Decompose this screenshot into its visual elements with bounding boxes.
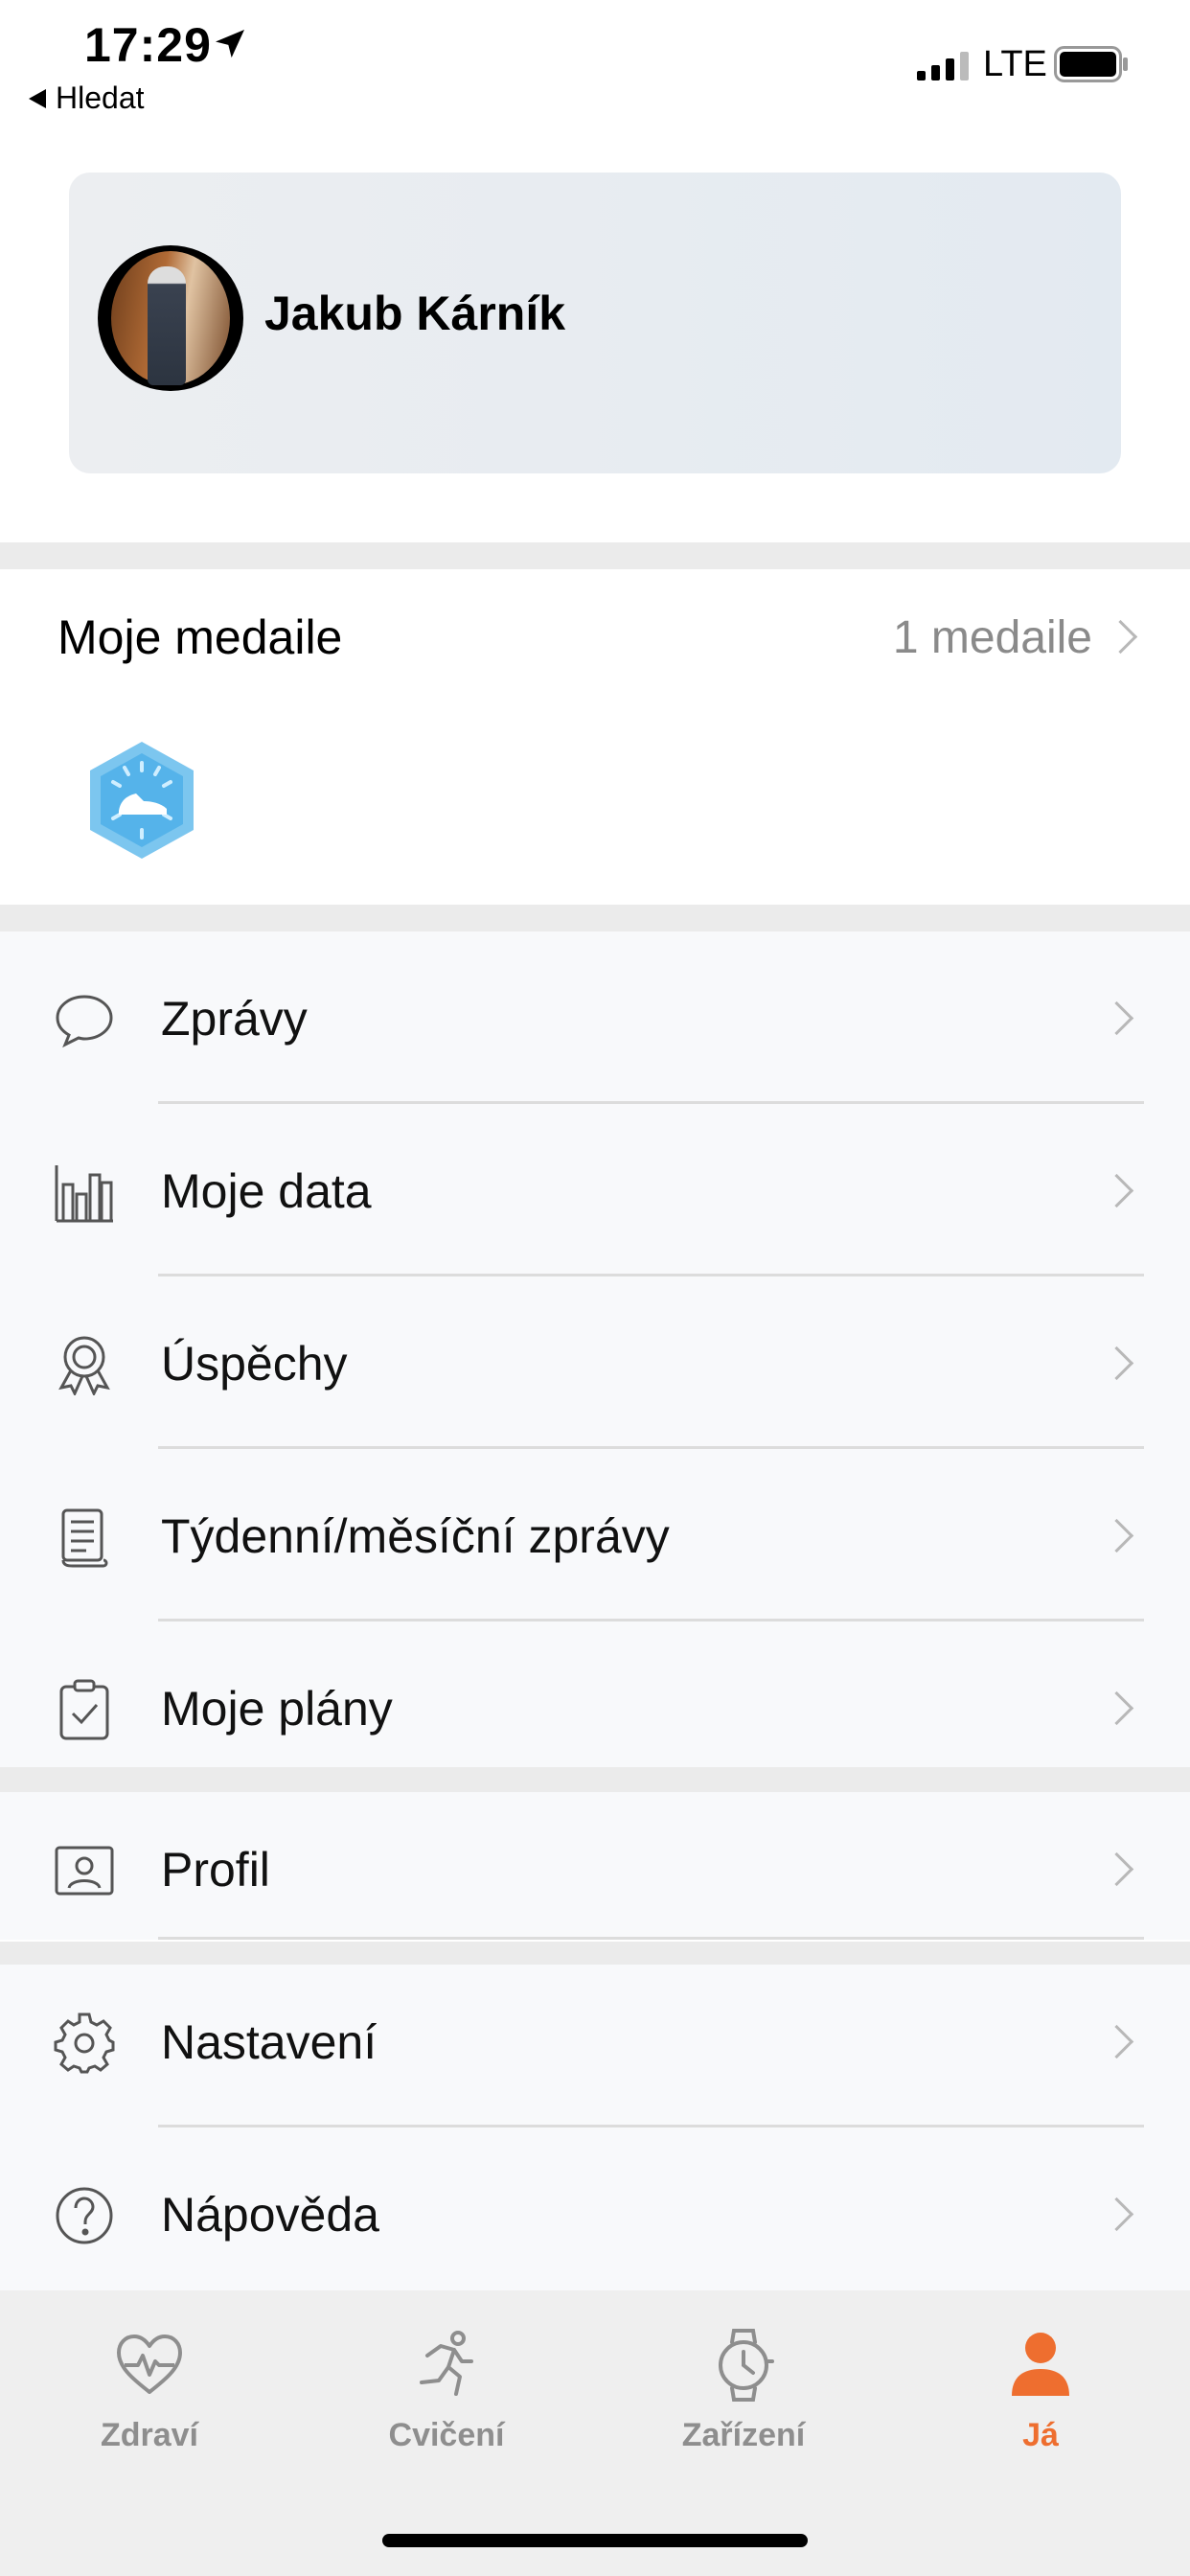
clipboard-check-icon [59, 1679, 109, 1740]
tab-label: Cvičení [388, 2417, 505, 2453]
menu-item-help[interactable]: Nápověda [0, 2128, 1190, 2300]
chevron-right-icon [1099, 1852, 1134, 1887]
user-name: Jakub Kárník [264, 287, 566, 340]
menu-item-weekly-monthly-reports[interactable]: Týdenní/měsíční zprávy [0, 1449, 1190, 1622]
chevron-right-icon [1103, 619, 1138, 655]
menu-item-label: Úspěchy [161, 1337, 348, 1391]
section-divider [0, 542, 1190, 569]
avatar[interactable] [98, 245, 243, 391]
chevron-right-icon [1099, 2196, 1134, 2232]
tab-me[interactable]: Já [945, 2327, 1136, 2454]
location-arrow-icon [216, 30, 244, 58]
back-to-search-button[interactable]: Hledat [29, 80, 145, 116]
menu-item-label: Moje data [161, 1164, 372, 1218]
award-icon [58, 1336, 110, 1395]
tab-label: Já [1022, 2417, 1059, 2453]
back-triangle-icon [29, 88, 46, 108]
status-time: 17:29 [84, 18, 212, 72]
chevron-right-icon [1099, 1518, 1134, 1553]
menu-item-messages[interactable]: Zprávy [0, 932, 1190, 1104]
profile-card-icon [55, 1846, 114, 1896]
gear-icon [54, 2012, 115, 2074]
avatar-person [148, 266, 186, 385]
tab-label: Zařízení [681, 2417, 806, 2453]
menu-item-my-plans[interactable]: Moje plány [0, 1622, 1190, 1767]
menu-item-label: Nastavení [161, 2015, 378, 2069]
menu-item-profile[interactable]: Profil [0, 1782, 1190, 1940]
tab-health[interactable]: Zdraví [54, 2327, 245, 2454]
menu-group-settings: Nastavení Nápověda [0, 1965, 1190, 2300]
battery-icon [1054, 46, 1128, 82]
back-label: Hledat [56, 80, 145, 115]
status-bar: 17:29 Hledat LTE [0, 0, 1190, 134]
chevron-right-icon [1099, 1346, 1134, 1381]
chat-bubble-icon [56, 995, 113, 1048]
menu-group-profile: Profil [0, 1792, 1190, 1940]
watch-icon [719, 2329, 774, 2402]
report-scroll-icon [61, 1508, 108, 1568]
chevron-right-icon [1099, 1690, 1134, 1726]
menu-item-label: Týdenní/měsíční zprávy [161, 1509, 670, 1563]
profile-card[interactable]: Jakub Kárník [69, 172, 1121, 473]
menu-item-my-data[interactable]: Moje data [0, 1104, 1190, 1276]
shoe-medal-icon[interactable] [84, 738, 199, 862]
menu-item-settings[interactable]: Nastavení [0, 1955, 1190, 2128]
menu-item-label: Profil [161, 1843, 270, 1897]
chevron-right-icon [1099, 1173, 1134, 1208]
tab-label: Zdraví [100, 2417, 199, 2453]
heart-pulse-icon [117, 2334, 182, 2394]
chevron-right-icon [1099, 1000, 1134, 1036]
tab-exercise[interactable]: Cvičení [351, 2327, 542, 2454]
network-type: LTE [983, 44, 1047, 84]
section-divider [0, 905, 1190, 932]
person-icon [1012, 2333, 1069, 2396]
medals-count: 1 medaile [892, 612, 1092, 663]
running-icon [420, 2331, 473, 2396]
menu-item-label: Zprávy [161, 992, 308, 1046]
row-divider [158, 1937, 1144, 1940]
help-icon [56, 2187, 113, 2244]
medals-title: Moje medaile [57, 610, 343, 664]
menu-group-main: Zprávy Moje data Úspěchy Týdenní/měsíční… [0, 932, 1190, 1767]
menu-item-label: Nápověda [161, 2188, 379, 2242]
bar-chart-icon [55, 1165, 113, 1223]
tab-devices[interactable]: Zařízení [648, 2327, 839, 2454]
cellular-signal-icon [917, 52, 969, 80]
chevron-right-icon [1099, 2024, 1134, 2059]
menu-item-label: Moje plány [161, 1682, 393, 1736]
home-indicator [382, 2534, 808, 2547]
menu-item-achievements[interactable]: Úspěchy [0, 1276, 1190, 1449]
